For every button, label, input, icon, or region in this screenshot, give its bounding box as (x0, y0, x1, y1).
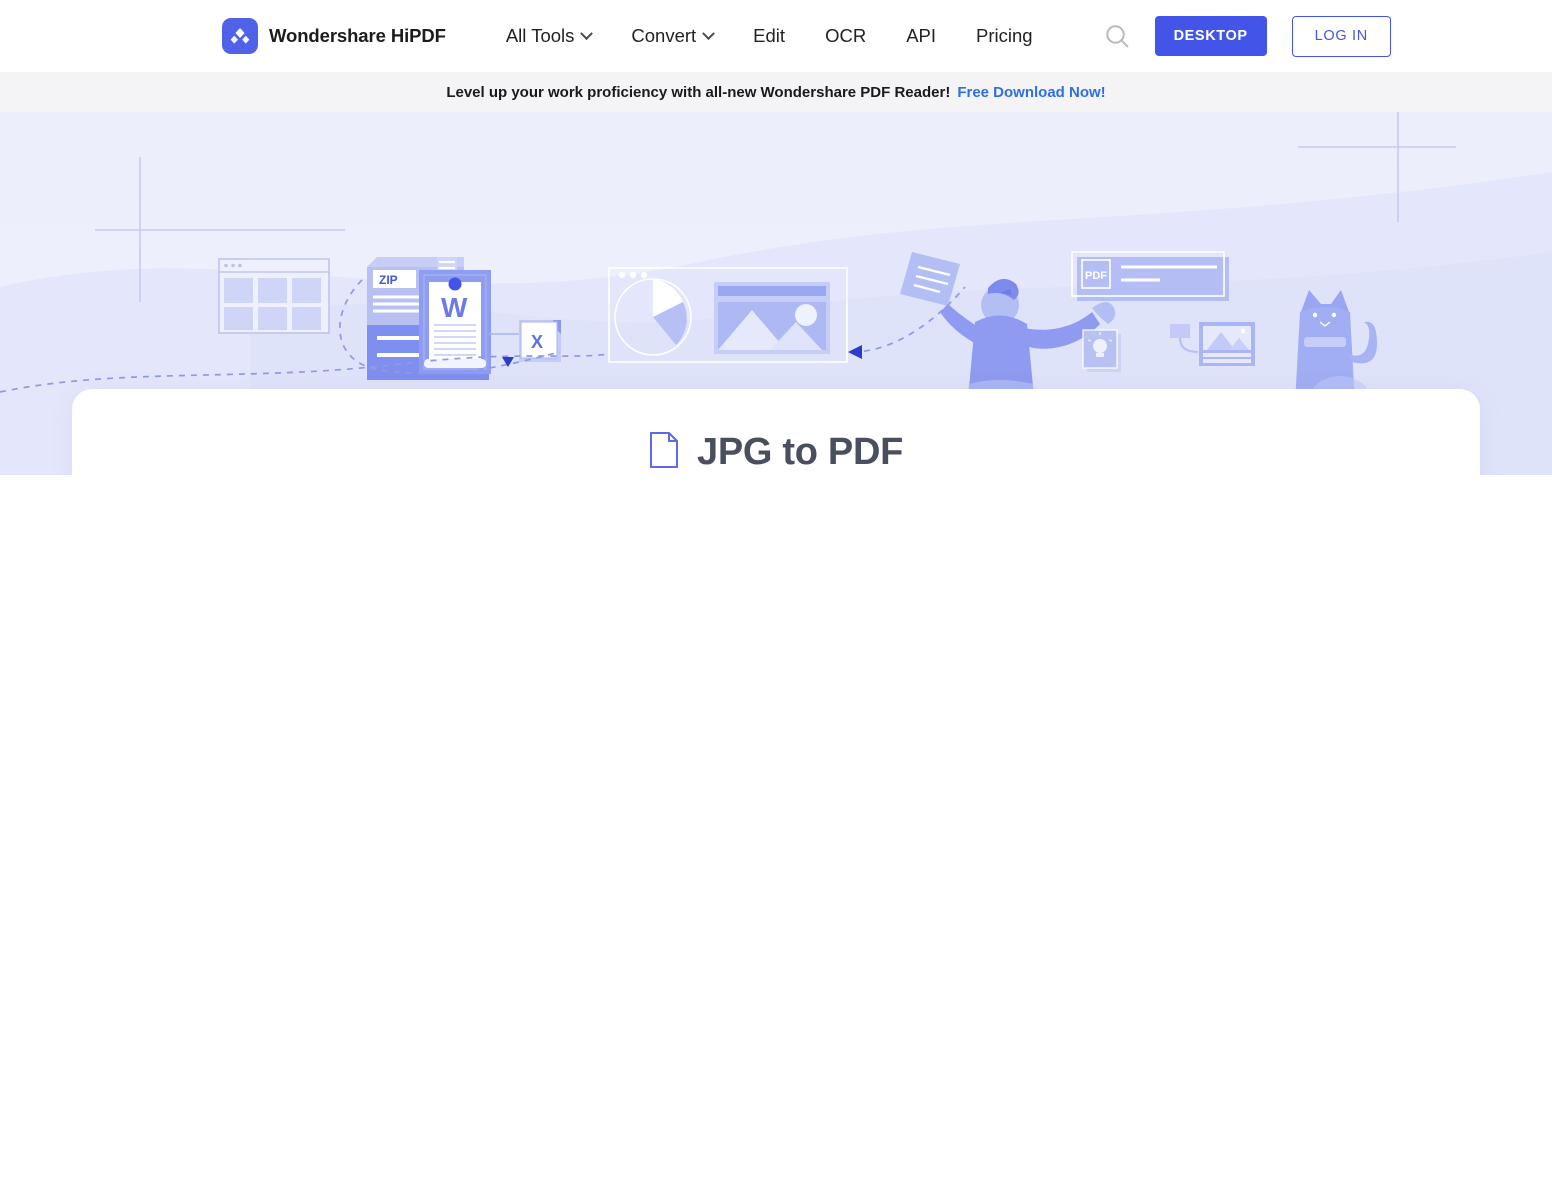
top-navigation-bar: Wondershare HiPDF All Tools Convert Edit… (0, 0, 1552, 72)
search-icon[interactable] (1095, 13, 1141, 59)
svg-text:X: X (531, 332, 543, 352)
document-page-icon (649, 431, 679, 474)
nav-item-label: Pricing (976, 25, 1033, 46)
nav-item-edit[interactable]: Edit (733, 25, 805, 47)
nav-item-label: Edit (753, 25, 786, 46)
nav-item-all-tools[interactable]: All Tools (486, 25, 612, 47)
nav-actions: DESKTOP LOG IN (1095, 13, 1391, 59)
promo-banner-link[interactable]: Free Download Now! (957, 84, 1105, 101)
page-title: JPG to PDF (696, 431, 904, 473)
brand-logo-group[interactable]: Wondershare HiPDF (222, 18, 446, 54)
nav-item-label: Convert (631, 25, 697, 46)
chevron-down-icon (580, 26, 594, 40)
chevron-down-icon (702, 26, 716, 40)
nav-item-label: OCR (825, 25, 867, 46)
promo-banner: Level up your work proficiency with all-… (0, 72, 1552, 112)
nav-item-convert[interactable]: Convert (611, 25, 733, 47)
login-button[interactable]: LOG IN (1291, 15, 1391, 57)
nav-links: All Tools Convert Edit OCR API Pricing (486, 25, 1053, 47)
svg-text:PDF: PDF (1085, 270, 1107, 282)
page-title-row: JPG to PDF (72, 389, 1480, 474)
svg-text:W: W (441, 292, 468, 323)
nav-item-label: API (906, 25, 937, 46)
brand-name: Wondershare HiPDF (269, 25, 446, 46)
promo-banner-text: Level up your work proficiency with all-… (446, 83, 951, 101)
desktop-button[interactable]: DESKTOP (1154, 16, 1267, 56)
tool-card: JPG to PDF Convert JPG image to PDF (72, 389, 1480, 475)
nav-item-pricing[interactable]: Pricing (956, 25, 1053, 47)
wondershare-diamond-logo-icon (222, 18, 258, 54)
hero-illustration-section: ZIP W X PDF JPG to PDF (0, 112, 1552, 475)
nav-item-ocr[interactable]: OCR (805, 25, 886, 47)
nav-item-label: All Tools (505, 25, 575, 46)
nav-item-api[interactable]: API (886, 25, 956, 47)
svg-text:ZIP: ZIP (379, 273, 398, 287)
